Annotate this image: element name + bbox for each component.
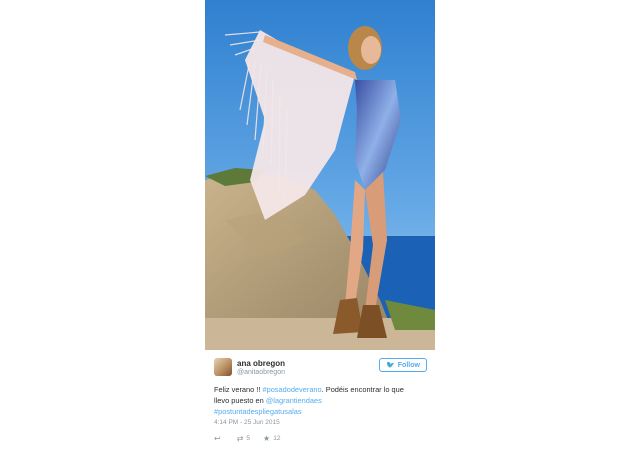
retweet-count: 5 — [246, 434, 251, 442]
favorite-star-icon: ★ — [263, 433, 271, 443]
avatar[interactable] — [214, 358, 232, 376]
favorite-button[interactable]: ★ 12 — [263, 434, 280, 443]
favorite-count: 12 — [273, 434, 281, 442]
follow-label: Follow — [397, 361, 420, 369]
tweet-text: Feliz verano !! #posadodeverano. Podéis … — [214, 384, 426, 417]
photo-illustration — [205, 0, 435, 350]
tweet-timestamp[interactable]: 4:14 PM - 25 Jun 2015 — [214, 419, 280, 426]
twitter-bird-icon: 🐦 — [386, 362, 395, 369]
retweet-icon: ⇄ — [236, 433, 244, 443]
hashtag-link[interactable]: #postuntadespliegatusalas — [214, 407, 302, 416]
tweet-meta: ana obregon @anitaobregon 🐦 Follow Feliz… — [205, 350, 435, 450]
mention-link[interactable]: @lagrantiendaes — [266, 396, 322, 405]
tweet-text-line1-rest: . Podéis encontrar lo que — [321, 385, 404, 394]
hashtag-link[interactable]: #posadodeverano — [262, 385, 321, 394]
tweet-text-line2: llevo puesto en — [214, 396, 266, 405]
tweet-actions: ↩ ⇄ 5 ★ 12 — [214, 432, 293, 444]
author-name[interactable]: ana obregon — [237, 359, 285, 368]
tweet-photo[interactable] — [205, 0, 435, 350]
author-handle[interactable]: @anitaobregon — [237, 369, 285, 376]
reply-button[interactable]: ↩ — [214, 434, 224, 443]
follow-button[interactable]: 🐦 Follow — [379, 358, 427, 372]
reply-icon: ↩ — [214, 433, 221, 443]
tweet-text-line1: Feliz verano !! — [214, 385, 263, 394]
tweet-card: ana obregon @anitaobregon 🐦 Follow Feliz… — [205, 0, 435, 450]
retweet-button[interactable]: ⇄ 5 — [237, 434, 250, 443]
